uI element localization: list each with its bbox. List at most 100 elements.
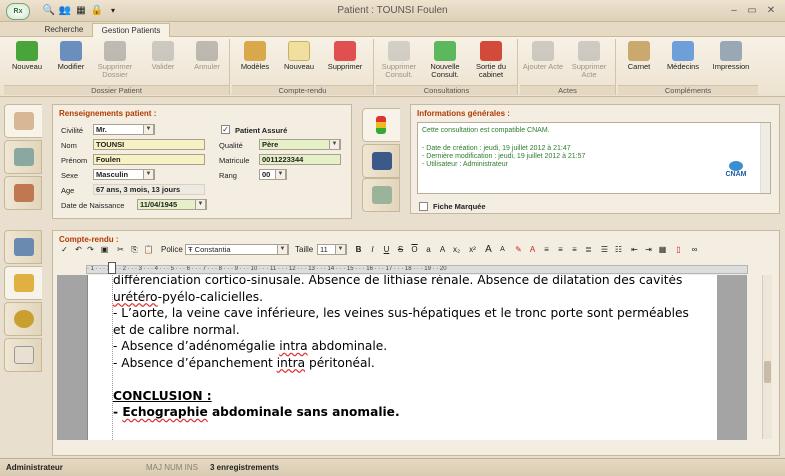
impression-button[interactable]: Impression — [708, 41, 754, 83]
nouveau-cr-button[interactable]: Nouveau — [278, 41, 320, 83]
indent-marker[interactable] — [108, 262, 116, 274]
grow-font-icon[interactable]: A — [483, 244, 494, 256]
sexe-select[interactable]: Masculin ▼ — [93, 169, 155, 180]
ecg-icon — [372, 152, 392, 170]
ruler[interactable]: · 1 · · · 1 · · · 2 · · · 3 · · · 4 · · … — [86, 265, 748, 274]
supprimer-acte-button[interactable]: Supprimer Acte — [568, 41, 610, 83]
chevron-down-icon[interactable]: ▼ — [275, 169, 286, 180]
page-break-icon[interactable]: ▯ — [673, 244, 684, 256]
paste-icon[interactable]: 📋 — [143, 244, 154, 256]
indent-increase-icon[interactable]: ⇥ — [643, 244, 654, 256]
tab-patient-info[interactable] — [4, 104, 42, 138]
annuler-button[interactable]: Annuler — [186, 41, 228, 83]
fiche-marquee-checkbox[interactable] — [419, 202, 428, 211]
civilite-select[interactable]: Mr. ▼ — [93, 124, 155, 135]
find-icon[interactable]: ∞ — [689, 244, 700, 256]
status-user: Administrateur — [6, 463, 63, 472]
supprimer-cr-button[interactable]: Supprimer — [324, 41, 366, 83]
undo-icon[interactable]: ↶ — [73, 244, 84, 256]
tab-id-card[interactable] — [4, 176, 42, 210]
align-left-icon[interactable]: ≡ — [541, 244, 552, 256]
civilite-label: Civilité — [61, 126, 84, 135]
qualite-select[interactable]: Père ▼ — [259, 139, 341, 150]
chevron-down-icon[interactable]: ▼ — [143, 169, 154, 180]
scrollbar-thumb[interactable] — [764, 361, 771, 383]
superscript-icon[interactable]: x² — [467, 244, 478, 256]
nouveau-button[interactable]: Nouveau — [6, 41, 48, 83]
subscript-icon[interactable]: x₂ — [451, 244, 462, 256]
ddn-field[interactable]: 11/04/1945 ▼ — [137, 199, 207, 210]
numbering-icon[interactable]: ☷ — [613, 244, 624, 256]
cnam-emblem-icon — [729, 161, 743, 171]
valider-button[interactable]: Valider — [142, 41, 184, 83]
medecins-button[interactable]: Médecins — [662, 41, 704, 83]
copy-icon[interactable]: ⎘ — [129, 244, 140, 256]
supprimer-consult-button[interactable]: Supprimer Consult. — [378, 41, 420, 83]
document-page[interactable]: différenciation cortico-sinusale. Absenc… — [87, 275, 717, 440]
modifier-button[interactable]: Modifier — [50, 41, 92, 83]
strikethrough-icon[interactable]: S — [395, 244, 406, 256]
document-scrollbar[interactable] — [762, 275, 772, 439]
overline-icon[interactable]: O — [409, 244, 420, 256]
spellcheck-icon[interactable]: ✓ — [59, 244, 70, 256]
size-select[interactable]: 11 ▼ — [317, 244, 347, 255]
tab-archive[interactable] — [4, 230, 42, 264]
chevron-down-icon[interactable]: ▼ — [329, 139, 340, 150]
tab-clipboard[interactable] — [4, 338, 42, 372]
redo-icon[interactable]: ↷ — [85, 244, 96, 256]
info-scrollbar[interactable] — [760, 123, 770, 193]
chevron-down-icon[interactable]: ▼ — [335, 244, 346, 255]
bold-icon[interactable]: B — [353, 244, 364, 256]
carnet-button[interactable]: Carnet — [618, 41, 660, 83]
shrink-font-icon[interactable]: A — [497, 244, 508, 256]
double-underline-icon[interactable]: a — [423, 244, 434, 256]
table-icon[interactable]: ▦ — [657, 244, 668, 256]
align-right-icon[interactable]: ≡ — [569, 244, 580, 256]
maximize-icon[interactable]: ▭ — [744, 4, 760, 18]
chevron-down-icon[interactable]: ▼ — [195, 199, 206, 210]
tab-ecg[interactable] — [362, 144, 400, 178]
cut-icon[interactable]: ✂ — [115, 244, 126, 256]
small-caps-icon[interactable]: A — [437, 244, 448, 256]
underline-icon[interactable]: U — [381, 244, 392, 256]
tab-contact[interactable] — [362, 178, 400, 212]
id-card-icon — [14, 184, 34, 202]
chevron-down-icon[interactable]: ▼ — [143, 124, 154, 135]
bullets-icon[interactable]: ☰ — [599, 244, 610, 256]
tab-gestion-patients[interactable]: Gestion Patients — [92, 23, 170, 37]
tab-status[interactable] — [362, 108, 400, 142]
close-icon[interactable]: ✕ — [763, 4, 779, 18]
tab-timer[interactable] — [4, 302, 42, 336]
sortie-cabinet-button[interactable]: Sortie du cabinet — [470, 41, 512, 83]
nouvelle-consult-button[interactable]: Nouvelle Consult. — [424, 41, 466, 83]
status-keys: MAJ NUM INS — [146, 463, 198, 472]
ajouter-acte-button[interactable]: Ajouter Acte — [522, 41, 564, 83]
rang-select[interactable]: 00 ▼ — [259, 169, 287, 180]
save-icon[interactable]: ▣ — [99, 244, 110, 256]
compat-text: Cette consultation est compatible CNAM. — [422, 127, 550, 134]
tab-cards[interactable] — [4, 140, 42, 174]
italic-icon[interactable]: I — [367, 244, 378, 256]
document-text[interactable]: différenciation cortico-sinusale. Absenc… — [113, 275, 713, 421]
window-title: Patient : TOUNSI Foulen — [337, 5, 448, 16]
tab-recherche[interactable]: Recherche — [38, 23, 90, 37]
matricule-field[interactable]: 0011223344 — [259, 154, 341, 165]
font-select[interactable]: Ŧ Constantia ▼ — [185, 244, 289, 255]
font-color-icon[interactable]: A — [527, 244, 538, 256]
minimize-icon[interactable]: – — [726, 4, 742, 18]
justify-icon[interactable]: ≣ — [583, 244, 594, 256]
ddn-label: Date de Naissance — [61, 201, 125, 210]
tab-compte-rendu[interactable] — [4, 266, 42, 300]
highlight-icon[interactable]: ✎ — [513, 244, 524, 256]
book-icon — [244, 41, 266, 61]
modification-text: - Dernière modification : jeudi, 19 juil… — [422, 153, 586, 160]
align-center-icon[interactable]: ≡ — [555, 244, 566, 256]
indent-decrease-icon[interactable]: ⇤ — [629, 244, 640, 256]
modeles-button[interactable]: Modèles — [234, 41, 276, 83]
supprimer-dossier-button[interactable]: Supprimer Dossier — [94, 41, 136, 83]
document-area[interactable]: différenciation cortico-sinusale. Absenc… — [57, 275, 747, 440]
patient-assure-checkbox[interactable]: ✓ — [221, 125, 230, 134]
prenom-field[interactable]: Foulen — [93, 154, 205, 165]
chevron-down-icon[interactable]: ▼ — [277, 244, 288, 255]
nom-field[interactable]: TOUNSI — [93, 139, 205, 150]
